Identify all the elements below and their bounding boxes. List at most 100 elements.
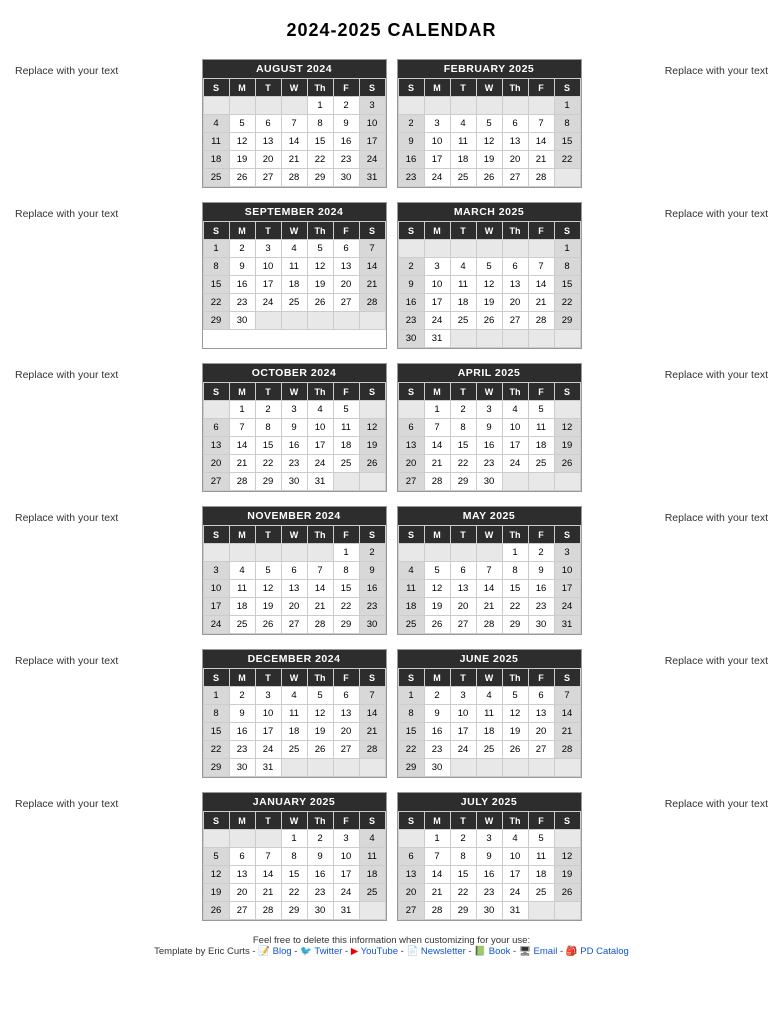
calendar-day: 2 bbox=[229, 687, 255, 705]
calendar-day: 8 bbox=[398, 705, 424, 723]
calendar-day: 23 bbox=[424, 741, 450, 759]
calendar-day: 9 bbox=[307, 848, 333, 866]
day-header: S bbox=[359, 812, 385, 830]
calendar-day: 17 bbox=[307, 437, 333, 455]
calendar-day: 21 bbox=[528, 294, 554, 312]
calendar-day: 12 bbox=[476, 133, 502, 151]
day-header: F bbox=[333, 526, 359, 544]
calendar-day: 8 bbox=[203, 705, 229, 723]
calendar-day: 12 bbox=[307, 258, 333, 276]
calendar-day: 11 bbox=[476, 705, 502, 723]
calendar-day: 12 bbox=[359, 419, 385, 437]
calendar-day: 28 bbox=[476, 616, 502, 634]
calendar-day: 19 bbox=[307, 276, 333, 294]
calendar-day: 5 bbox=[307, 240, 333, 258]
day-header: F bbox=[528, 669, 554, 687]
day-header: T bbox=[450, 383, 476, 401]
calendar-day: 24 bbox=[255, 294, 281, 312]
left-side-text: Replace with your text bbox=[15, 506, 145, 524]
calendar-day: 13 bbox=[229, 866, 255, 884]
day-header: M bbox=[229, 222, 255, 240]
day-header: W bbox=[476, 222, 502, 240]
calendar-day: 29 bbox=[502, 616, 528, 634]
left-side-text: Replace with your text bbox=[15, 649, 145, 667]
day-header: S bbox=[203, 222, 229, 240]
day-header: Th bbox=[307, 526, 333, 544]
calendar-day bbox=[203, 544, 229, 562]
calendar-header: JULY 2025 bbox=[398, 793, 581, 811]
calendar-header: DECEMBER 2024 bbox=[203, 650, 386, 668]
calendar-day: 14 bbox=[554, 705, 580, 723]
calendar-day: 9 bbox=[229, 705, 255, 723]
calendar-day: 22 bbox=[203, 294, 229, 312]
calendar-day: 22 bbox=[255, 455, 281, 473]
calendar-day: 29 bbox=[281, 902, 307, 920]
day-header: S bbox=[398, 669, 424, 687]
calendar-day: 14 bbox=[229, 437, 255, 455]
calendar-day bbox=[229, 544, 255, 562]
calendar-day bbox=[255, 312, 281, 330]
day-header: W bbox=[281, 526, 307, 544]
calendar-day: 4 bbox=[450, 258, 476, 276]
calendar-day: 17 bbox=[203, 598, 229, 616]
day-header: M bbox=[424, 526, 450, 544]
calendar-day: 25 bbox=[281, 741, 307, 759]
left-side-text: Replace with your text bbox=[15, 202, 145, 220]
calendar-day: 15 bbox=[203, 276, 229, 294]
calendar-month: FEBRUARY 2025SMTWThFS1234567891011121314… bbox=[397, 59, 582, 188]
calendar-day: 3 bbox=[203, 562, 229, 580]
calendar-day: 13 bbox=[203, 437, 229, 455]
calendar-day bbox=[502, 330, 528, 348]
calendar-day: 11 bbox=[528, 419, 554, 437]
calendar-day: 12 bbox=[255, 580, 281, 598]
calendar-day: 6 bbox=[398, 419, 424, 437]
calendar-day bbox=[450, 240, 476, 258]
calendar-day: 15 bbox=[333, 580, 359, 598]
calendar-day: 27 bbox=[450, 616, 476, 634]
calendar-day: 16 bbox=[229, 723, 255, 741]
calendar-day: 7 bbox=[424, 419, 450, 437]
calendar-day bbox=[307, 544, 333, 562]
calendar-day: 30 bbox=[333, 169, 359, 187]
calendar-day: 29 bbox=[307, 169, 333, 187]
calendar-day: 29 bbox=[554, 312, 580, 330]
calendar-day: 21 bbox=[255, 884, 281, 902]
calendar-day: 20 bbox=[450, 598, 476, 616]
calendar-day bbox=[554, 902, 580, 920]
calendar-day: 29 bbox=[255, 473, 281, 491]
calendar-day: 30 bbox=[528, 616, 554, 634]
calendar-day: 15 bbox=[398, 723, 424, 741]
calendar-day: 25 bbox=[450, 312, 476, 330]
day-header: W bbox=[281, 79, 307, 97]
day-header: S bbox=[398, 79, 424, 97]
calendar-day bbox=[502, 759, 528, 777]
calendar-day: 11 bbox=[528, 848, 554, 866]
calendar-day: 12 bbox=[229, 133, 255, 151]
calendar-day: 7 bbox=[281, 115, 307, 133]
day-header: W bbox=[281, 222, 307, 240]
day-header: W bbox=[476, 79, 502, 97]
day-header: M bbox=[229, 79, 255, 97]
calendar-day: 30 bbox=[229, 759, 255, 777]
calendar-day: 17 bbox=[424, 294, 450, 312]
calendar-day bbox=[229, 830, 255, 848]
calendar-day: 8 bbox=[450, 848, 476, 866]
calendar-day: 8 bbox=[255, 419, 281, 437]
day-header: S bbox=[398, 222, 424, 240]
calendar-day: 29 bbox=[203, 312, 229, 330]
calendar-day: 4 bbox=[307, 401, 333, 419]
calendar-day: 15 bbox=[502, 580, 528, 598]
calendar-day: 28 bbox=[359, 294, 385, 312]
calendar-day: 20 bbox=[528, 723, 554, 741]
day-header: T bbox=[450, 669, 476, 687]
calendar-day: 24 bbox=[424, 169, 450, 187]
calendar-day: 27 bbox=[281, 616, 307, 634]
calendar-day bbox=[281, 544, 307, 562]
calendar-day: 26 bbox=[554, 455, 580, 473]
calendar-day: 27 bbox=[333, 741, 359, 759]
calendar-day: 13 bbox=[450, 580, 476, 598]
calendar-day: 27 bbox=[502, 169, 528, 187]
calendar-day: 22 bbox=[450, 455, 476, 473]
calendar-day bbox=[528, 473, 554, 491]
day-header: S bbox=[359, 383, 385, 401]
